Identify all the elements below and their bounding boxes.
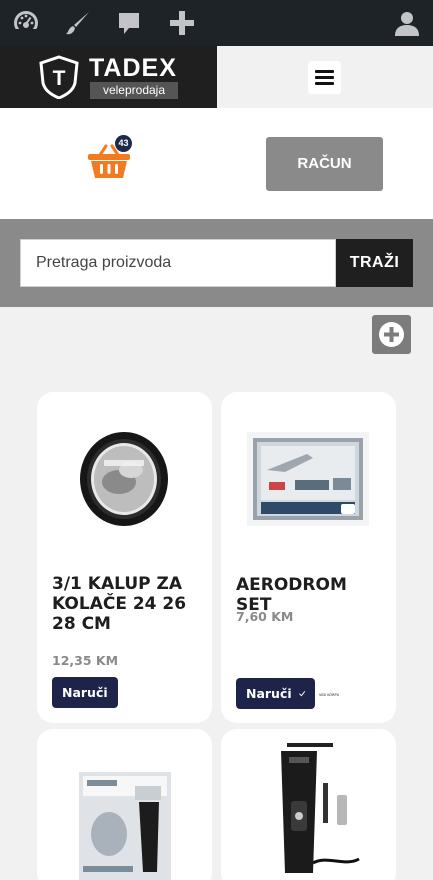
- site-logo[interactable]: T TADEX veleprodaja: [0, 46, 217, 108]
- product-card: AERODROM SET 7,60 KM Naruči VIDI KORPU: [221, 392, 396, 723]
- cart-count-badge: 43: [115, 135, 132, 152]
- product-image-airport-set[interactable]: [247, 432, 369, 526]
- logo-initial: T: [53, 67, 66, 90]
- logo-shield-icon: T: [39, 55, 79, 99]
- product-card: [37, 729, 212, 880]
- search-bar: Pretraga proizvoda TRAŽI: [0, 219, 433, 307]
- product-price: 7,60 KM: [236, 609, 294, 624]
- search-button[interactable]: TRAŽI: [336, 239, 413, 287]
- search-input[interactable]: Pretraga proizvoda: [20, 239, 336, 287]
- admin-bar: [0, 0, 433, 46]
- product-card: 3/1 KALUP ZA KOLAČE 24 26 28 CM 12,35 KM…: [37, 392, 212, 723]
- order-button[interactable]: Naruči: [236, 678, 315, 709]
- order-button[interactable]: Naruči: [52, 677, 118, 708]
- hamburger-menu-icon[interactable]: [308, 61, 341, 94]
- comments-icon[interactable]: [114, 8, 144, 38]
- plus-circle-icon[interactable]: [372, 315, 411, 354]
- view-cart-link[interactable]: VIDI KORPU: [319, 693, 339, 697]
- checkmark-icon: [298, 691, 305, 697]
- product-title[interactable]: 3/1 KALUP ZA KOLAČE 24 26 28 CM: [52, 574, 202, 634]
- dashboard-icon[interactable]: [11, 8, 41, 38]
- user-account-icon[interactable]: [392, 8, 422, 38]
- product-image-clipper[interactable]: [79, 762, 171, 880]
- product-card: [221, 729, 396, 880]
- customize-brush-icon[interactable]: [63, 8, 93, 38]
- logo-subtitle: veleprodaja: [90, 82, 178, 99]
- product-image-cake-tin[interactable]: [79, 430, 169, 528]
- logo-name: TADEX: [89, 54, 177, 82]
- product-image-trimmer[interactable]: [247, 743, 367, 880]
- account-button[interactable]: RAČUN: [266, 137, 383, 191]
- new-plus-icon[interactable]: [167, 8, 197, 38]
- header-menu-area: [217, 46, 433, 108]
- cart-row: 43 RAČUN: [0, 108, 433, 219]
- product-price: 12,35 KM: [52, 653, 119, 668]
